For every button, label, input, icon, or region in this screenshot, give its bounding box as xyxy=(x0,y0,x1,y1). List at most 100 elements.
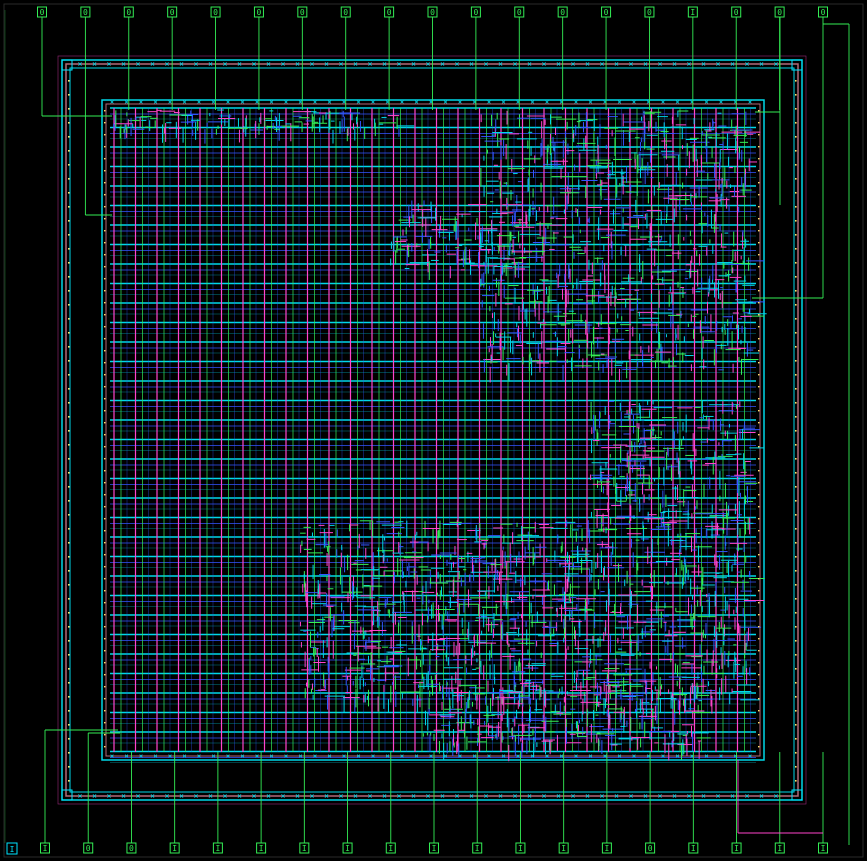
ring-via xyxy=(104,734,106,736)
bottom-pin-11: I xyxy=(515,842,526,854)
ring-via xyxy=(795,318,797,320)
ring-via xyxy=(68,234,70,236)
ring-via xyxy=(68,724,70,726)
top-pin-5: 0 xyxy=(253,6,264,18)
bottom-pin-15: I xyxy=(688,842,699,854)
ring-via xyxy=(68,556,70,558)
ring-via xyxy=(795,402,797,404)
ring-via xyxy=(68,402,70,404)
ring-via xyxy=(104,542,106,544)
bottom-pin-10: I xyxy=(472,842,483,854)
ring-via xyxy=(758,254,760,256)
ring-via xyxy=(758,698,760,700)
pin-label: I xyxy=(432,844,437,853)
ring-via xyxy=(758,482,760,484)
ring-via xyxy=(104,338,106,340)
ring-via xyxy=(795,626,797,628)
pin-label: I xyxy=(172,844,177,853)
ring-via xyxy=(104,410,106,412)
pin-label: 0 xyxy=(517,8,522,17)
ring-via xyxy=(68,444,70,446)
ring-via xyxy=(758,590,760,592)
ring-via xyxy=(758,410,760,412)
ring-via xyxy=(758,434,760,436)
ring-via xyxy=(104,566,106,568)
ring-via xyxy=(104,638,106,640)
ring-via xyxy=(68,248,70,250)
ring-via xyxy=(104,686,106,688)
ring-via xyxy=(758,266,760,268)
ring-via xyxy=(758,710,760,712)
bottom-pin-13: I xyxy=(601,842,612,854)
ring-via xyxy=(104,314,106,316)
ring-via xyxy=(795,430,797,432)
bottom-pin-18: I xyxy=(818,842,828,854)
ring-via xyxy=(758,302,760,304)
pin-label: I xyxy=(691,844,696,853)
ring-via xyxy=(758,338,760,340)
ring-via xyxy=(104,482,106,484)
ring-via xyxy=(68,164,70,166)
ring-via xyxy=(795,178,797,180)
ring-via xyxy=(104,506,106,508)
ring-via xyxy=(795,500,797,502)
ring-via xyxy=(758,146,760,148)
ring-via xyxy=(68,738,70,740)
ring-via xyxy=(104,146,106,148)
ring-via xyxy=(68,346,70,348)
bottom-pin-3: I xyxy=(169,842,180,854)
ring-via xyxy=(104,122,106,124)
ring-via xyxy=(104,254,106,256)
ring-via xyxy=(758,494,760,496)
ring-via xyxy=(795,150,797,152)
ring-via xyxy=(68,682,70,684)
ring-via xyxy=(68,136,70,138)
top-pin-18: 0 xyxy=(818,6,828,18)
pin-label: 0 xyxy=(734,8,739,17)
ring-via xyxy=(104,746,106,748)
pin-label: 0 xyxy=(777,8,782,17)
ring-via xyxy=(795,780,797,782)
pin-label: I xyxy=(388,844,393,853)
bottom-pin-16: I xyxy=(731,842,742,854)
ring-via xyxy=(758,218,760,220)
ring-via xyxy=(68,360,70,362)
ring-via xyxy=(104,698,106,700)
ring-via xyxy=(758,374,760,376)
ring-via xyxy=(795,528,797,530)
pin-label: 0 xyxy=(647,8,652,17)
ring-via xyxy=(795,192,797,194)
ring-via xyxy=(758,530,760,532)
ring-via xyxy=(795,654,797,656)
ring-via xyxy=(68,206,70,208)
ring-via xyxy=(758,194,760,196)
ring-via xyxy=(758,638,760,640)
ring-via xyxy=(795,682,797,684)
ring-via xyxy=(758,446,760,448)
ring-via xyxy=(68,458,70,460)
ring-via xyxy=(104,650,106,652)
ring-via xyxy=(68,766,70,768)
pin-label: 0 xyxy=(83,8,88,17)
ring-via xyxy=(795,710,797,712)
top-pin-12: 0 xyxy=(557,6,568,18)
ring-via xyxy=(104,554,106,556)
ring-via xyxy=(795,640,797,642)
ring-via xyxy=(68,654,70,656)
ring-via xyxy=(68,472,70,474)
top-pin-3: 0 xyxy=(167,6,178,18)
bottom-pin-5: I xyxy=(256,842,267,854)
ring-via xyxy=(104,518,106,520)
ring-via xyxy=(795,584,797,586)
ring-via xyxy=(68,570,70,572)
ring-via xyxy=(104,530,106,532)
bottom-pin-0: I xyxy=(40,842,50,854)
pin-label: I xyxy=(10,845,15,854)
ring-via xyxy=(795,332,797,334)
ring-via xyxy=(68,192,70,194)
top-pin-15: I xyxy=(687,6,698,18)
ring-via xyxy=(758,746,760,748)
ring-via xyxy=(104,350,106,352)
ring-via xyxy=(795,724,797,726)
ring-via xyxy=(104,266,106,268)
